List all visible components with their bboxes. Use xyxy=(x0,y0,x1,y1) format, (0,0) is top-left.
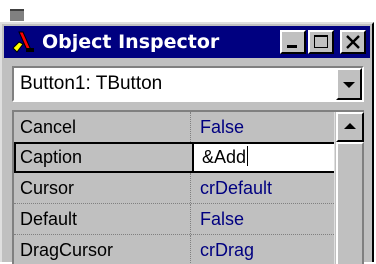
object-inspector-window: Object Inspector Button1: TButton Cancel… xyxy=(0,22,374,264)
maximize-button[interactable] xyxy=(308,30,334,54)
property-name: Cursor xyxy=(20,178,75,198)
property-name: Caption xyxy=(20,147,83,167)
window-title: Object Inspector xyxy=(42,31,220,53)
component-dropdown-button[interactable] xyxy=(336,68,362,100)
property-value[interactable]: False xyxy=(200,112,244,142)
component-selector[interactable]: Button1: TButton xyxy=(12,66,364,102)
background-strip xyxy=(0,0,376,22)
column-divider xyxy=(190,173,192,203)
component-selector-value: Button1: TButton xyxy=(20,73,163,94)
property-grid: Cancel False Caption &Add Cursor crDefau… xyxy=(12,110,364,264)
caption-edit-field[interactable]: &Add xyxy=(192,142,336,173)
chevron-down-icon xyxy=(338,82,360,102)
property-row-caption[interactable]: Caption &Add xyxy=(14,142,336,173)
property-row-dragcursor[interactable]: DragCursor crDrag xyxy=(14,235,334,264)
property-value[interactable]: crDefault xyxy=(200,173,272,203)
caption-edit-value: &Add xyxy=(202,146,249,167)
property-name: DragCursor xyxy=(20,240,114,260)
property-value[interactable]: False xyxy=(200,204,244,234)
property-name: Default xyxy=(20,209,78,229)
text-caret xyxy=(247,146,249,166)
title-bar[interactable]: Object Inspector xyxy=(4,26,370,58)
property-value[interactable]: crDrag xyxy=(200,235,254,264)
scroll-up-button[interactable] xyxy=(336,112,364,142)
minimize-button[interactable] xyxy=(280,30,306,54)
column-divider xyxy=(190,204,192,234)
object-inspector-app-icon[interactable] xyxy=(10,30,36,54)
scroll-thumb[interactable] xyxy=(336,142,364,264)
close-button[interactable] xyxy=(340,30,366,54)
property-name: Cancel xyxy=(20,117,77,137)
property-row-default[interactable]: Default False xyxy=(14,204,334,235)
property-row-cancel[interactable]: Cancel False xyxy=(14,112,334,143)
column-divider xyxy=(190,235,192,264)
property-row-cursor[interactable]: Cursor crDefault xyxy=(14,173,334,204)
vertical-scrollbar[interactable] xyxy=(334,112,364,264)
background-window-fragment xyxy=(10,9,24,21)
column-divider xyxy=(190,112,192,142)
